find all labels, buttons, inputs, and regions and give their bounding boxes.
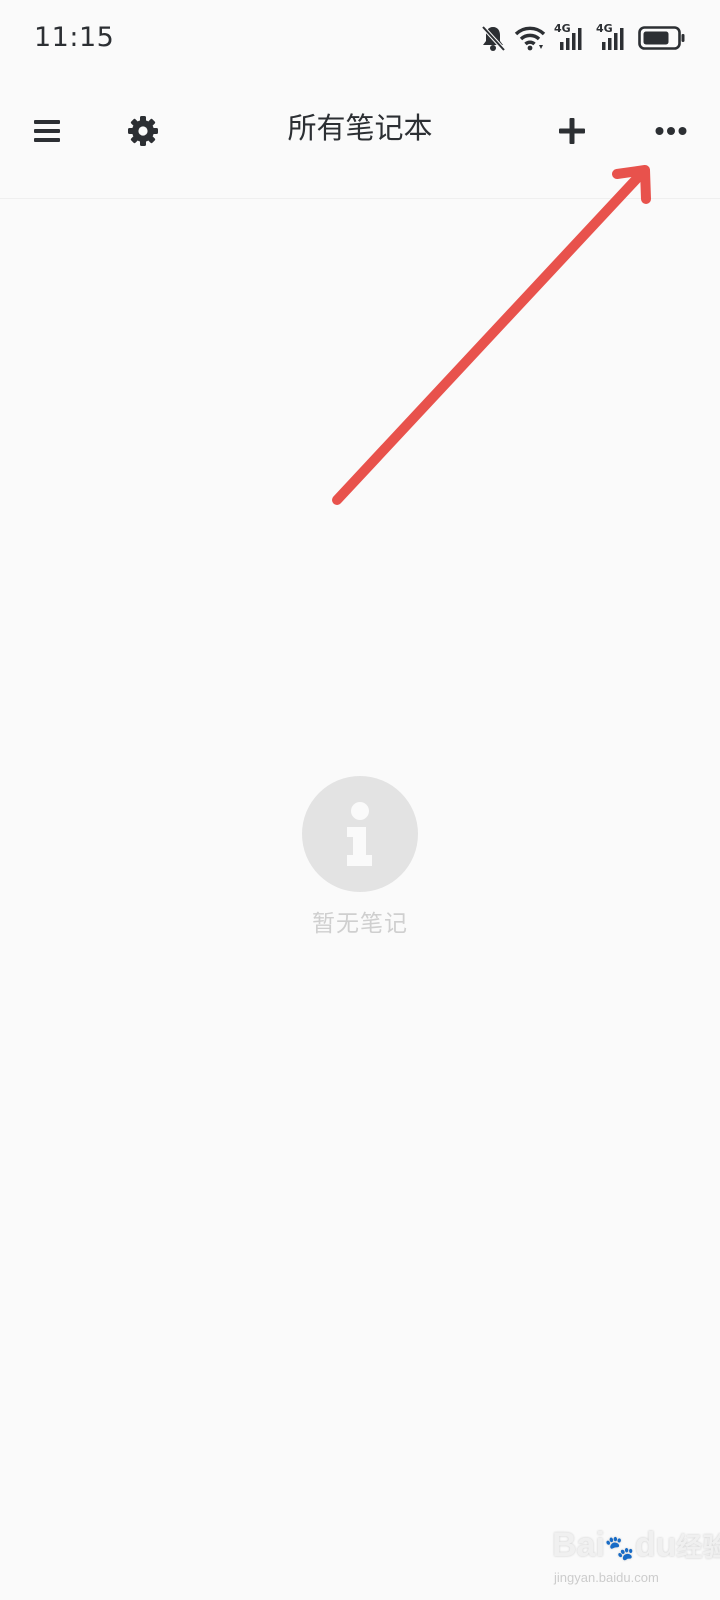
watermark: Bai🐾du经验 jingyan.baidu.com xyxy=(552,1526,720,1592)
watermark-logo: Bai🐾du经验 xyxy=(552,1526,720,1564)
more-button[interactable] xyxy=(641,101,701,161)
battery-icon xyxy=(638,25,686,51)
status-bar: 11:15 4G 4G xyxy=(0,0,720,76)
empty-message: 暂无笔记 xyxy=(312,911,408,937)
status-time: 11:15 xyxy=(34,22,115,53)
page-title: 所有笔记本 xyxy=(287,111,433,145)
info-icon xyxy=(302,776,418,892)
paw-icon: 🐾 xyxy=(604,1535,635,1562)
add-notebook-button[interactable] xyxy=(542,101,602,161)
menu-icon xyxy=(33,119,61,143)
menu-button[interactable] xyxy=(17,101,77,161)
settings-button[interactable] xyxy=(113,101,173,161)
status-icons: 4G 4G xyxy=(480,22,686,54)
more-dots-icon xyxy=(655,126,687,136)
gear-icon xyxy=(127,115,159,147)
bell-off-icon xyxy=(480,24,506,52)
app-bar: 所有笔记本 xyxy=(0,88,720,199)
watermark-url: jingyan.baidu.com xyxy=(554,1570,659,1585)
signal-4g-icon: 4G xyxy=(554,22,588,52)
plus-icon xyxy=(558,117,586,145)
signal-4g-icon: 4G xyxy=(596,22,630,52)
wifi-icon xyxy=(514,25,546,51)
empty-state: 暂无笔记 xyxy=(260,776,460,938)
